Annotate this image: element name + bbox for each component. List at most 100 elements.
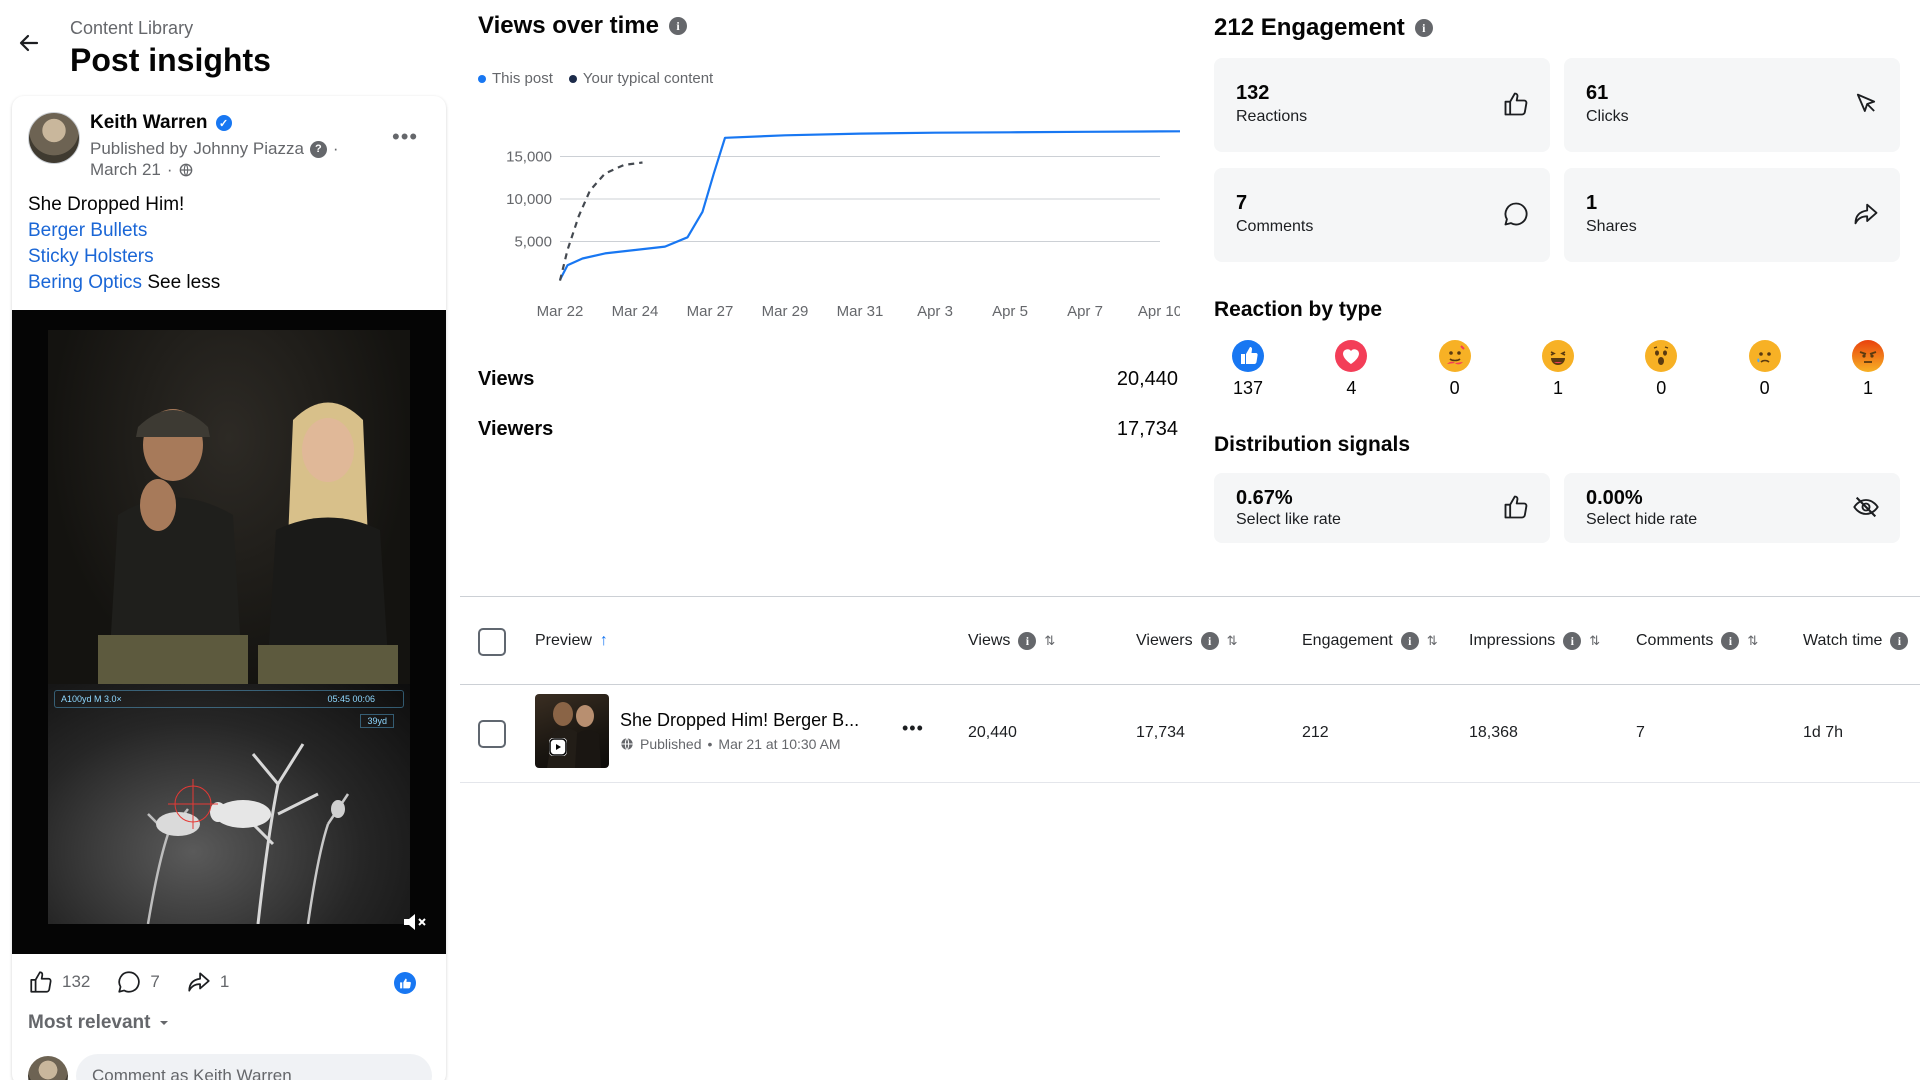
see-less-link[interactable]: See less [147,272,220,293]
share-count: 1 [219,972,230,991]
section-title-text: 212 Engagement [1214,14,1405,41]
card-number: 0.00% [1586,487,1643,509]
engagement-title: 212 Engagement i [1214,14,1433,42]
reaction-like[interactable]: 137 [1228,340,1268,410]
info-icon[interactable]: i [1721,632,1740,650]
x-tick-label: Mar 22 [537,303,584,320]
views-label: Views [478,368,535,390]
reaction-haha[interactable]: 1 [1538,340,1578,410]
author-name[interactable]: Keith Warren [90,112,208,134]
x-tick-label: Apr 3 [917,303,953,320]
sort-up-icon[interactable]: ↑ [600,632,608,650]
table-header-divider [460,684,1920,685]
hashtag-link[interactable]: Berger Bullets [28,220,147,241]
card-label: Clicks [1586,108,1629,125]
cursor-click-icon [1856,93,1876,112]
info-icon[interactable]: i [1400,632,1419,650]
distribution-signals-title: Distribution signals [1214,433,1411,456]
reaction-by-type-title: Reaction by type [1214,298,1383,321]
column-header-viewers[interactable]: Viewers i ⇅ [1136,632,1238,650]
legend-typical-content: Your typical content [568,70,713,87]
reactions-card[interactable]: 132 Reactions [1214,58,1550,152]
cell-viewers: 17,734 [1136,724,1185,741]
reaction-count: 0 [1759,378,1770,398]
sort-icon[interactable]: ⇅ [1227,633,1238,649]
like-rate-card[interactable]: 0.67% Select like rate [1214,473,1550,543]
column-label: Watch time [1803,632,1883,649]
post-preview-card: Keith Warren ✓ Published by Johnny Piazz… [12,96,446,1080]
like-stat[interactable]: 132 [28,969,90,995]
separator-dot: · [166,160,173,179]
post-thumbnail[interactable] [535,694,609,768]
x-tick-label: Mar 27 [687,303,734,320]
sad-reaction-icon [1748,340,1781,372]
select-all-checkbox[interactable] [478,628,506,656]
info-icon[interactable]: i [1890,632,1909,650]
breadcrumb[interactable]: Content Library [70,18,193,39]
reaction-count: 0 [1656,378,1667,398]
row-checkbox[interactable] [478,720,506,748]
reaction-love[interactable]: 4 [1331,340,1371,410]
thumbs-up-icon [1504,495,1528,519]
column-header-preview[interactable]: Preview ↑ [535,632,608,650]
cell-views: 20,440 [968,724,1017,741]
column-label: Views [968,632,1011,649]
man-figure [98,409,248,685]
help-icon[interactable]: ? [309,140,327,158]
column-label: Viewers [1136,632,1193,649]
row-more-button[interactable]: ••• [902,718,924,739]
post-video[interactable]: A100yd M 3.0× 05:45 00:06 39yd [12,310,446,954]
info-icon[interactable]: i [668,17,687,35]
sort-icon[interactable]: ⇅ [1044,633,1055,649]
publish-date: Mar 21 at 10:30 AM [718,736,841,752]
hashtag-link[interactable]: Sticky Holsters [28,246,154,267]
column-header-impressions[interactable]: Impressions i ⇅ [1469,632,1600,650]
reaction-care[interactable]: 0 [1435,340,1475,410]
reaction-angry[interactable]: 1 [1848,340,1888,410]
views-metric-row: Views 20,440 [478,368,1178,391]
caret-down-icon [160,1021,169,1025]
comment-input[interactable]: Comment as Keith Warren [76,1054,432,1080]
card-number: 0.67% [1236,487,1293,509]
info-icon[interactable]: i [1563,632,1582,650]
publisher-name[interactable]: Johnny Piazza [193,139,304,159]
card-label: Select hide rate [1586,511,1698,528]
reaction-sad[interactable]: 0 [1745,340,1785,410]
column-header-comments[interactable]: Comments i ⇅ [1636,632,1758,650]
comments-card[interactable]: 7 Comments [1214,168,1550,262]
column-header-engagement[interactable]: Engagement i ⇅ [1302,632,1438,650]
author-avatar[interactable] [28,112,80,164]
column-header-watch-time[interactable]: Watch time i [1803,632,1909,650]
heart-reaction-icon [1335,340,1368,372]
post-author[interactable]: Keith Warren ✓ [90,112,232,134]
table-header-row: Preview ↑ Views i ⇅ Viewers i ⇅ Engageme… [460,608,1920,682]
reaction-wow[interactable]: 0 [1641,340,1681,410]
post-date[interactable]: March 21 [90,160,161,180]
info-icon[interactable]: i [1018,632,1037,650]
hide-rate-card[interactable]: 0.00% Select hide rate [1564,473,1900,543]
sort-icon[interactable]: ⇅ [1589,633,1600,649]
row-post-title[interactable]: She Dropped Him! Berger B... [620,710,859,731]
table-row[interactable]: She Dropped Him! Berger B... Published •… [460,690,1920,780]
like-reaction-icon[interactable] [394,972,416,994]
separator-dot: • [707,736,713,752]
sort-icon[interactable]: ⇅ [1427,633,1438,649]
info-icon[interactable]: i [1414,19,1433,37]
shares-card[interactable]: 1 Shares [1564,168,1900,262]
back-button[interactable] [14,28,44,58]
post-more-button[interactable]: ••• [392,124,418,150]
comment-stat[interactable]: 7 [116,969,160,995]
clicks-card[interactable]: 61 Clicks [1564,58,1900,152]
hashtag-link[interactable]: Bering Optics [28,272,142,293]
y-tick-label: 10,000 [506,191,552,208]
comment-icon [118,971,141,993]
cell-watch-time: 1d 7h [1803,724,1844,741]
x-tick-label: Mar 29 [762,303,809,320]
comment-sort-dropdown[interactable]: Most relevant [28,1012,170,1034]
column-label: Engagement [1302,632,1393,649]
sort-icon[interactable]: ⇅ [1747,633,1758,649]
share-stat[interactable]: 1 [186,969,229,995]
column-header-views[interactable]: Views i ⇅ [968,632,1055,650]
mute-icon[interactable] [400,908,428,936]
info-icon[interactable]: i [1200,632,1219,650]
